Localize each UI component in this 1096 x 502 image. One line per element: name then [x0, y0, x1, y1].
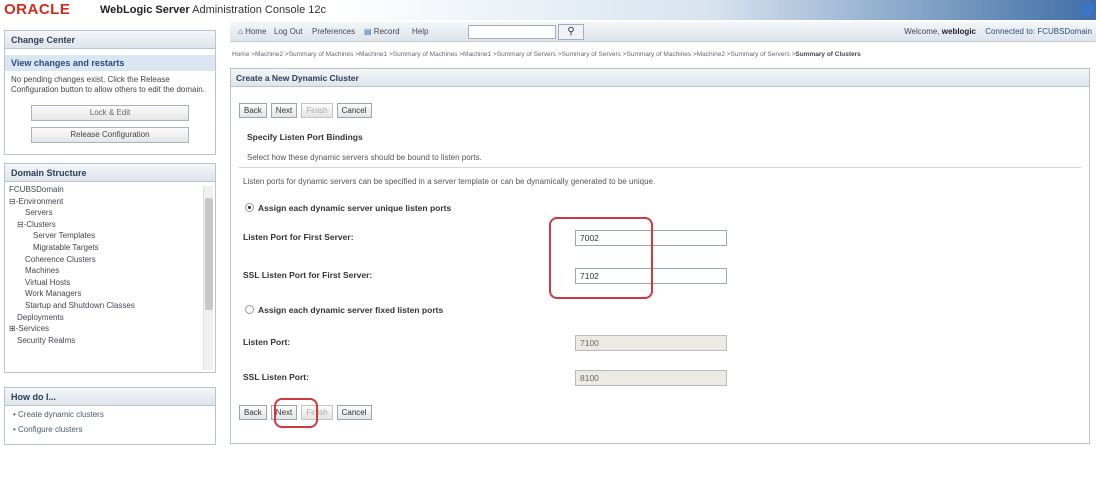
listen-port-input[interactable]: [575, 335, 727, 351]
back-button[interactable]: Back: [239, 103, 267, 118]
product-name: WebLogic Server: [100, 4, 190, 16]
how-do-i-title: How do I...: [5, 388, 215, 406]
change-center-message: No pending changes exist. Click the Rele…: [11, 75, 205, 94]
radio-unique-ports[interactable]: [245, 203, 254, 213]
howto-create-dynamic-clusters[interactable]: • Create dynamic clusters: [5, 406, 215, 423]
ssl-port-input[interactable]: [575, 370, 727, 386]
preferences-link[interactable]: Preferences: [312, 27, 355, 36]
ssl-port-label: SSL Listen Port:: [243, 372, 309, 382]
how-do-i-panel: How do I... • Create dynamic clusters • …: [4, 387, 216, 445]
domain-structure-panel: Domain Structure FCUBSDomain ⊟-Environmen…: [4, 163, 216, 373]
back-button-bottom[interactable]: Back: [239, 405, 267, 420]
ssl-port-first-label: SSL Listen Port for First Server:: [243, 270, 373, 280]
breadcrumb[interactable]: Home >Machine2 >Summary of Machines >Mac…: [232, 51, 1096, 58]
domain-tree: FCUBSDomain ⊟-Environment Servers ⊟-Cluster…: [7, 184, 203, 370]
search-button[interactable]: ⚲: [558, 24, 584, 40]
section-description: Select how these dynamic servers should …: [247, 153, 482, 162]
tree-scrollbar[interactable]: [203, 186, 213, 370]
tree-item[interactable]: Security Realms: [7, 335, 203, 347]
howto-configure-clusters[interactable]: • Configure clusters: [5, 423, 215, 438]
tree-item[interactable]: Deployments: [7, 312, 203, 324]
tree-item[interactable]: Startup and Shutdown Classes: [7, 300, 203, 312]
home-icon: ⌂: [238, 27, 243, 36]
welcome-text: Welcome, weblogic: [904, 27, 976, 36]
tree-item[interactable]: Machines: [7, 265, 203, 277]
breadcrumb-current: Summary of Clusters: [795, 51, 861, 58]
create-dynamic-cluster-panel: Create a New Dynamic Cluster Back Next F…: [230, 68, 1090, 444]
tree-item[interactable]: ⊟-Environment: [7, 196, 203, 208]
section-title: Specify Listen Port Bindings: [247, 132, 363, 142]
top-button-row: Back Next Finish Cancel: [239, 103, 376, 119]
cancel-button[interactable]: Cancel: [336, 103, 372, 118]
product-title: WebLogic Server Administration Console 1…: [100, 4, 326, 16]
top-toolbar: ⌂ Home Log Out Preferences ▤ Record Help…: [230, 22, 1096, 42]
app-banner: ORACLE WebLogic Server Administration Co…: [0, 0, 1096, 20]
logout-link[interactable]: Log Out: [274, 27, 302, 36]
release-configuration-button[interactable]: Release Configuration: [31, 127, 189, 143]
home-link[interactable]: ⌂ Home: [238, 27, 266, 36]
listen-port-label: Listen Port:: [243, 337, 291, 347]
cancel-button-bottom[interactable]: Cancel: [336, 405, 372, 420]
tree-item[interactable]: Virtual Hosts: [7, 277, 203, 289]
change-center-title: Change Center: [5, 31, 215, 49]
annotation-highlight-next: [274, 398, 318, 428]
option-unique-ports[interactable]: Assign each dynamic server unique listen…: [245, 203, 451, 213]
page-title: Create a New Dynamic Cluster: [231, 69, 1089, 87]
record-link[interactable]: ▤ Record: [364, 27, 400, 36]
radio-fixed-ports[interactable]: [245, 305, 254, 315]
next-button[interactable]: Next: [270, 103, 298, 118]
lock-edit-button[interactable]: Lock & Edit: [31, 105, 189, 121]
intro-text: Listen ports for dynamic servers can be …: [243, 177, 656, 186]
option-fixed-ports[interactable]: Assign each dynamic server fixed listen …: [245, 305, 443, 315]
oracle-corner-icon: [1080, 2, 1094, 16]
help-link[interactable]: Help: [412, 27, 428, 36]
tree-item[interactable]: Coherence Clusters: [7, 254, 203, 266]
divider: [239, 167, 1081, 168]
tree-item[interactable]: Work Managers: [7, 288, 203, 300]
domain-structure-title: Domain Structure: [5, 164, 215, 182]
tree-item[interactable]: Migratable Targets: [7, 242, 203, 254]
view-changes-link[interactable]: View changes and restarts: [5, 55, 215, 71]
product-subtitle: Administration Console 12c: [192, 4, 327, 16]
search-icon: ⚲: [567, 26, 575, 37]
tree-item[interactable]: ⊟-Clusters: [7, 219, 203, 231]
listen-port-first-label: Listen Port for First Server:: [243, 232, 354, 242]
annotation-highlight-ports: [549, 217, 653, 299]
search-input[interactable]: [468, 25, 556, 39]
tree-scrollbar-thumb[interactable]: [205, 198, 213, 310]
tree-item[interactable]: FCUBSDomain: [7, 184, 203, 196]
connected-to-text: Connected to: FCUBSDomain: [985, 27, 1092, 36]
tree-item[interactable]: Servers: [7, 207, 203, 219]
change-center-panel: Change Center View changes and restarts …: [4, 30, 216, 155]
finish-button[interactable]: Finish: [301, 103, 333, 118]
tree-item[interactable]: ⊞-Services: [7, 323, 203, 335]
record-icon: ▤: [364, 27, 372, 36]
tree-item[interactable]: Server Templates: [7, 230, 203, 242]
oracle-logo: ORACLE: [4, 1, 71, 18]
